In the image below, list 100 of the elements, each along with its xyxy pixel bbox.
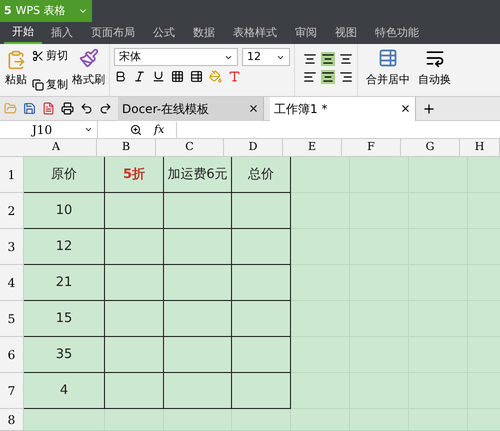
row-header[interactable]: 4 [0,265,24,301]
export-icon[interactable] [42,102,55,116]
table-cell: 原价 [24,157,105,193]
table-cell [105,337,164,373]
align-right-icon[interactable] [339,70,353,84]
copy-button[interactable]: 复制 [32,76,68,93]
table-cell [232,373,291,409]
undo-icon[interactable] [80,102,93,116]
ribbon-tab[interactable]: 视图 [326,22,366,44]
table-cell: 10 [24,193,105,229]
document-tab[interactable]: Docer-在线模板 [118,96,264,121]
table-cell [164,373,232,409]
row-header[interactable]: 7 [0,373,24,409]
print-icon[interactable] [61,102,74,116]
table-cell: 15 [24,301,105,337]
redo-icon[interactable] [99,102,112,116]
table-cell [291,157,350,193]
table-cell [105,301,164,337]
table-cell [350,157,409,193]
align-bottom-icon[interactable] [339,52,353,66]
ribbon-tab[interactable]: 表格样式 [224,22,286,44]
table-cell [232,301,291,337]
table-cell: 加运费6元 [164,157,232,193]
table-cell: 总价 [232,157,291,193]
font-size-field[interactable]: 12 [242,48,290,66]
row-header[interactable]: 3 [0,229,24,265]
table-cell [468,157,500,193]
table-cell [291,229,350,265]
table-icon[interactable] [190,70,203,83]
table-cell [291,409,350,431]
font-color-icon[interactable] [228,70,241,83]
app-menu-button[interactable]: 5 WPS 表格 [0,0,92,22]
row-header[interactable]: 5 [0,301,24,337]
ribbon-tab[interactable]: 页面布局 [82,22,144,44]
table-cell [409,157,468,193]
new-tab-icon[interactable] [422,102,436,116]
table-cell [164,409,232,431]
column-header[interactable]: G [401,139,460,156]
format-painter-button[interactable]: 格式刷 [72,48,105,88]
wrap-label: 自动换 [418,72,451,88]
align-center-icon[interactable] [321,70,335,84]
align-middle-icon[interactable] [321,52,335,66]
ribbon-tab[interactable]: 特色功能 [366,22,428,44]
table-cell [105,265,164,301]
table-cell [105,193,164,229]
function-label[interactable]: fx [154,122,164,138]
table-cell: 12 [24,229,105,265]
paste-label: 粘贴 [5,72,27,88]
column-header[interactable]: B [97,139,156,156]
align-left-icon[interactable] [303,70,317,84]
merge-center-button[interactable]: 合并居中 [357,44,410,96]
italic-icon[interactable] [133,70,146,83]
merge-icon [378,48,398,68]
ribbon-tab[interactable]: 数据 [184,22,224,44]
table-cell [291,193,350,229]
paste-button[interactable]: 粘贴 [4,48,28,88]
column-header[interactable]: C [156,139,224,156]
column-header[interactable]: E [283,139,342,156]
brush-icon [78,48,98,68]
cut-icon [32,50,44,62]
table-cell: 5折 [105,157,164,193]
table-cell [232,265,291,301]
close-icon[interactable] [248,103,259,114]
column-header[interactable]: D [224,139,283,156]
border-icon[interactable] [171,70,184,83]
row-header[interactable]: 1 [0,157,24,193]
document-tab-label: Docer-在线模板 [122,100,210,118]
table-cell [105,229,164,265]
table-cell [232,337,291,373]
row-header[interactable]: 8 [0,409,24,431]
bold-icon[interactable] [114,70,127,83]
table-cell [232,229,291,265]
fill-color-icon[interactable] [209,70,222,83]
row-header[interactable]: 2 [0,193,24,229]
align-top-icon[interactable] [303,52,317,66]
table-cell [105,373,164,409]
document-tab-label: 工作簿1 * [274,100,328,118]
table-cell: 4 [24,373,105,409]
underline-icon[interactable] [152,70,165,83]
table-cell [291,265,350,301]
save-icon[interactable] [23,102,36,116]
table-cell [164,265,232,301]
document-tab[interactable]: 工作簿1 * [270,96,416,121]
ribbon-tab[interactable]: 插入 [42,22,82,44]
table-cell: 35 [24,337,105,373]
column-header[interactable]: A [16,139,97,156]
column-header[interactable]: H [460,139,500,156]
cut-button[interactable]: 剪切 [32,48,68,64]
table-cell [232,409,291,431]
table-cell [164,193,232,229]
ribbon-tab[interactable]: 公式 [144,22,184,44]
zoom-icon[interactable] [130,124,142,136]
ribbon-tab[interactable]: 审阅 [286,22,326,44]
row-header[interactable]: 6 [0,337,24,373]
table-cell [291,373,350,409]
font-name-field[interactable]: 宋体 [114,48,238,66]
column-header[interactable]: F [342,139,401,156]
app-name: WPS 表格 [16,2,66,19]
wrap-text-button[interactable]: 自动换 [414,44,451,96]
close-icon[interactable] [400,103,411,114]
